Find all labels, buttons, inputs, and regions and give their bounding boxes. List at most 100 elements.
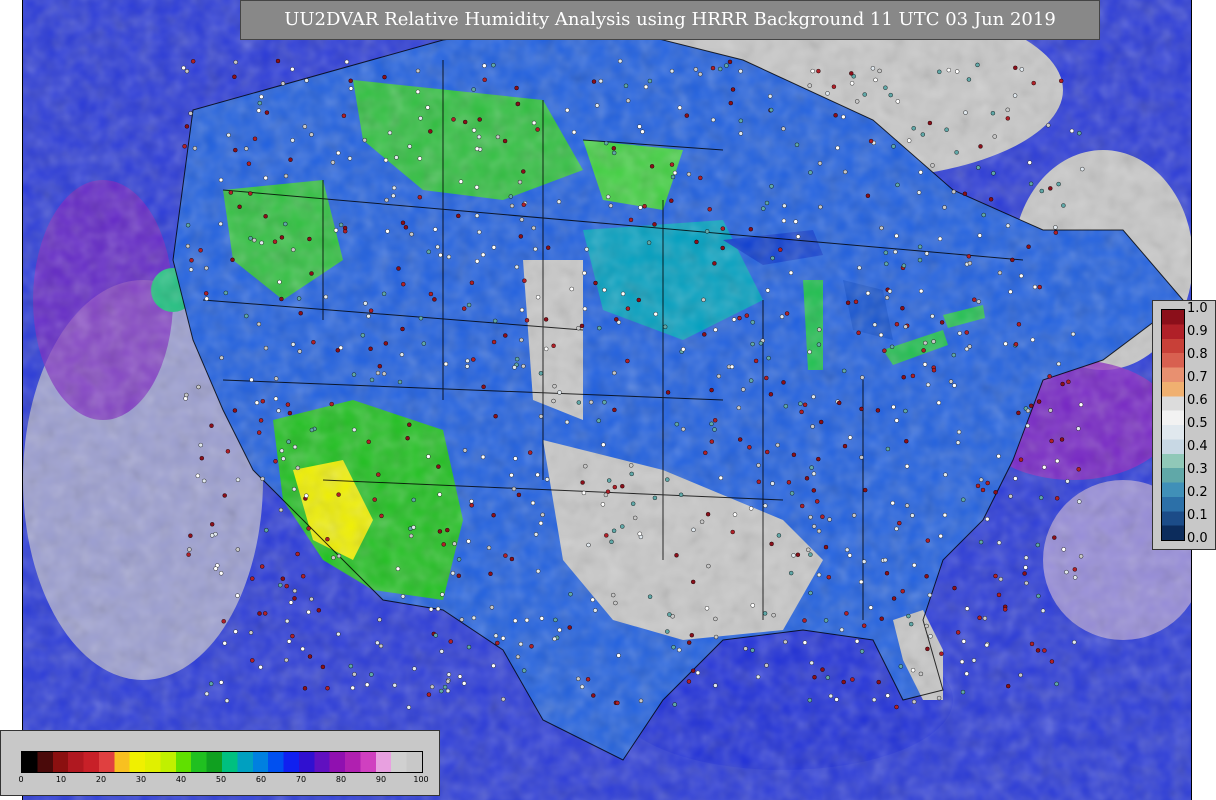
observation-dot	[939, 651, 944, 656]
observation-dot	[612, 407, 617, 413]
observation-dot	[808, 170, 813, 175]
observation-dot	[601, 442, 606, 447]
observation-dot	[901, 375, 906, 380]
observation-dot	[1056, 361, 1061, 367]
observation-dot	[291, 342, 296, 347]
observation-dot	[857, 265, 862, 270]
innovation-colorbar	[1161, 309, 1185, 541]
observation-dot	[279, 296, 284, 302]
observation-dot	[713, 418, 718, 423]
observation-dot	[956, 630, 961, 635]
observation-dot	[910, 373, 916, 379]
observation-dot	[204, 691, 210, 696]
observation-dot	[533, 246, 538, 252]
observation-dot	[794, 142, 800, 148]
observation-dot	[593, 280, 598, 286]
innovation-tick-label: 0.0	[1187, 531, 1208, 546]
observation-dot	[281, 456, 286, 461]
observation-dot	[466, 539, 471, 544]
observation-dot	[486, 545, 492, 550]
observation-dot	[284, 583, 289, 589]
observation-dot	[878, 332, 884, 338]
humidity-colorbar-legend: 0 10 20 30 40 50 60 70 80 90 100	[0, 730, 440, 796]
observation-dot	[863, 487, 868, 493]
observation-dot	[584, 247, 589, 252]
observation-dot	[222, 493, 227, 498]
observation-dot	[448, 639, 453, 644]
observation-dot	[678, 492, 684, 497]
observation-dot	[769, 541, 774, 547]
observation-dot	[993, 573, 998, 579]
observation-dot	[387, 130, 393, 136]
observation-dot	[383, 341, 388, 346]
observation-dot	[991, 171, 996, 176]
humidity-tick-label: 80	[335, 775, 347, 784]
observation-dot	[181, 65, 186, 71]
observation-dot	[292, 596, 297, 601]
observation-dot	[531, 120, 537, 126]
observation-dot	[971, 658, 977, 663]
observation-dot	[237, 204, 242, 210]
observation-dot	[190, 59, 196, 64]
observation-dot	[204, 265, 209, 271]
observation-dot	[952, 585, 957, 591]
observation-dot	[263, 214, 268, 219]
observation-dot	[480, 454, 486, 460]
observation-dot	[783, 404, 788, 409]
observation-dot	[257, 100, 263, 106]
observation-dot	[521, 364, 526, 369]
observation-dot	[750, 648, 755, 653]
observation-dot	[802, 618, 807, 623]
observation-dot	[428, 129, 433, 134]
observation-dot	[516, 492, 522, 498]
observation-dot	[961, 639, 966, 644]
observation-dot	[433, 227, 438, 232]
observation-dot	[553, 617, 558, 623]
observation-dot	[791, 452, 797, 457]
observation-dot	[307, 236, 312, 242]
humidity-tick-label: 20	[95, 775, 107, 784]
observation-dot	[966, 77, 972, 82]
observation-dot	[764, 375, 769, 381]
observation-dot	[557, 627, 562, 633]
observation-dot	[652, 495, 658, 501]
observation-dot	[219, 355, 224, 360]
observation-dot	[459, 617, 464, 622]
observation-dot	[667, 612, 672, 617]
innovation-tick-label: 0.3	[1187, 462, 1208, 477]
observation-dot	[256, 108, 262, 113]
observation-dot	[417, 156, 422, 161]
observation-dot	[820, 667, 825, 672]
observation-dot	[966, 254, 971, 259]
observation-dot	[816, 572, 822, 578]
observation-dot	[1006, 683, 1011, 689]
observation-dot	[691, 527, 696, 532]
observation-dot	[273, 376, 279, 381]
observation-dot	[518, 234, 523, 239]
observation-dot	[264, 528, 269, 533]
observation-dot	[368, 346, 373, 351]
observation-dot	[616, 653, 621, 658]
observation-dot	[962, 191, 968, 197]
observation-dot	[1026, 244, 1031, 249]
observation-dot	[716, 374, 721, 379]
observation-dot	[670, 174, 676, 180]
observation-dot	[615, 700, 620, 706]
observation-dot	[347, 156, 353, 161]
observation-dot	[250, 658, 255, 663]
observation-dot	[633, 515, 638, 521]
observation-dot	[976, 299, 981, 304]
humidity-tick-label: 90	[375, 775, 387, 784]
observation-dot	[764, 663, 769, 668]
observation-dot	[956, 429, 962, 435]
observation-dot	[425, 105, 430, 110]
observation-dot	[623, 83, 629, 89]
observation-dot	[254, 400, 260, 405]
observation-dot	[810, 68, 815, 74]
observation-dot	[569, 286, 574, 292]
observation-dot	[738, 118, 743, 124]
observation-dot	[502, 138, 508, 144]
observation-dot	[825, 675, 830, 680]
observation-dot	[600, 502, 606, 507]
observation-dot	[248, 630, 254, 635]
